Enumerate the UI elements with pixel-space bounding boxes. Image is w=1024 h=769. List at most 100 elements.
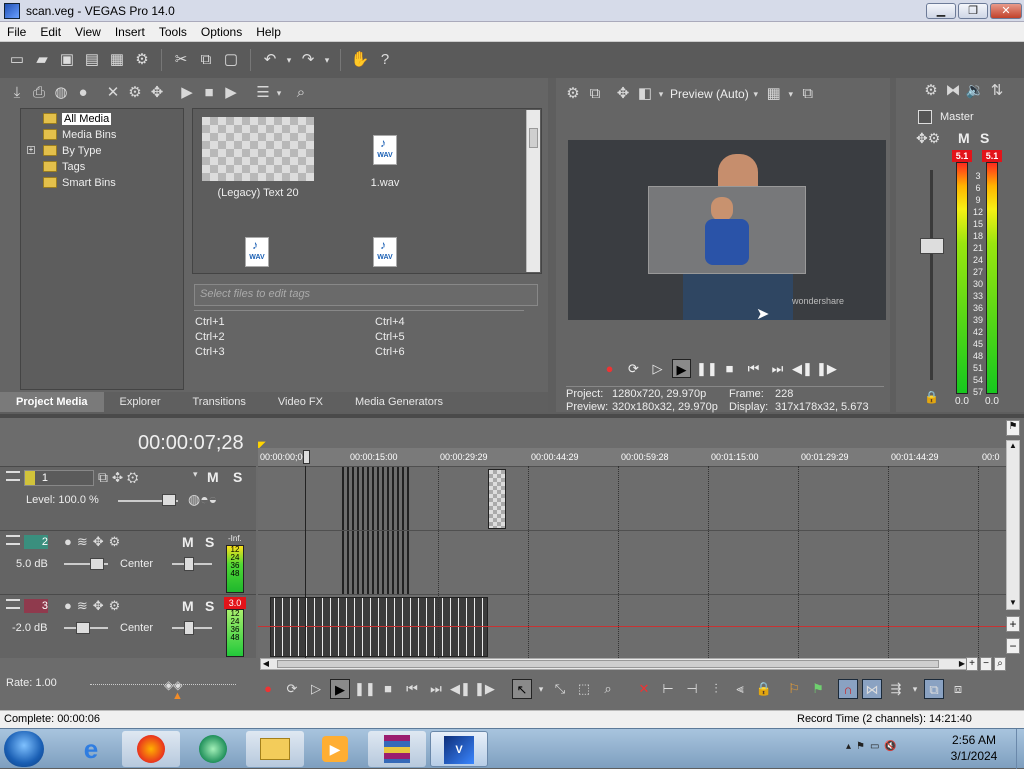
grid-icon[interactable]: ▦ <box>763 83 785 105</box>
track-menu-icon[interactable] <box>6 599 20 609</box>
pan-slider-handle[interactable] <box>184 557 194 571</box>
track-2-solo-button[interactable]: S <box>205 534 214 550</box>
copy-icon[interactable]: ⧉ <box>195 49 217 71</box>
zoom-out-vertical-icon[interactable]: − <box>1006 638 1020 654</box>
track-menu-icon[interactable] <box>6 471 20 481</box>
capture-video-icon[interactable]: ⎙ <box>28 82 50 104</box>
pause-icon[interactable]: ❚❚ <box>696 359 718 378</box>
help-icon[interactable]: ? <box>374 49 396 71</box>
scroll-down-icon[interactable]: ▼ <box>1007 598 1019 607</box>
track-menu-icon[interactable] <box>6 535 20 545</box>
external-monitor-icon[interactable]: ⧉ <box>584 83 606 105</box>
split-icon[interactable]: ⫶ <box>706 679 726 699</box>
split-screen-icon[interactable]: ✥ <box>612 83 634 105</box>
track-3-solo-button[interactable]: S <box>205 598 214 614</box>
play-from-start-icon[interactable]: ▷ <box>306 679 326 699</box>
menu-view[interactable]: View <box>68 25 108 39</box>
play-icon[interactable]: ▶ <box>672 358 691 378</box>
tab-media-generators[interactable]: Media Generators <box>339 392 459 412</box>
audio-track-icons[interactable]: ●≋✥⚙ <box>64 598 184 614</box>
track-header-1[interactable]: 1 ⧉✥⚙ ▾ M S Level: 100.0 % ◍◓◒ <box>0 466 256 530</box>
horizontal-scroll-thumb[interactable] <box>277 660 939 668</box>
stop-icon[interactable]: ■ <box>198 82 220 104</box>
tag-shortcut[interactable]: Ctrl+6 <box>375 346 405 358</box>
play-icon[interactable]: ▶ <box>330 679 350 699</box>
save-as-icon[interactable]: ▤ <box>81 49 103 71</box>
internet-explorer-icon[interactable]: e <box>62 731 120 767</box>
tree-item-media-bins[interactable]: Media Bins <box>43 127 116 142</box>
preview-quality-select[interactable]: Preview (Auto) <box>670 87 749 101</box>
dim-output-icon[interactable]: 🔉 <box>964 80 986 102</box>
trim-end-icon[interactable]: ⊣ <box>682 679 702 699</box>
next-frame-icon[interactable]: ❚▶ <box>474 679 495 699</box>
firefox-icon[interactable] <box>122 731 180 767</box>
trim-start-icon[interactable]: ⊢ <box>658 679 678 699</box>
track-lane-2[interactable] <box>258 530 1008 595</box>
ripple-icon[interactable]: ⫷ <box>730 679 750 699</box>
volume-slider-handle[interactable] <box>90 558 104 570</box>
track-lane-1[interactable] <box>258 466 1008 531</box>
media-properties-icon[interactable]: ⚙ <box>124 82 146 104</box>
scrollbar-thumb[interactable] <box>529 128 538 148</box>
views-icon[interactable]: ☰ <box>252 82 274 104</box>
loop-icon[interactable]: ⟳ <box>624 359 643 378</box>
menu-tools[interactable]: Tools <box>152 25 194 39</box>
go-to-start-icon[interactable]: ⏮ <box>402 679 422 699</box>
media-item-text20[interactable]: (Legacy) Text 20 <box>201 117 315 199</box>
tab-project-media[interactable]: Project Media <box>0 392 104 412</box>
audio-event-cluster[interactable] <box>342 531 412 595</box>
tab-video-fx[interactable]: Video FX <box>262 392 339 412</box>
tag-input[interactable]: Select files to edit tags <box>194 284 538 306</box>
minimize-button[interactable]: ▁ <box>926 3 956 19</box>
scroll-up-icon[interactable]: ▲ <box>1007 441 1019 450</box>
auto-crossfade-icon[interactable]: ⋈ <box>862 679 882 699</box>
ripple-dropdown-icon[interactable]: ▾ <box>910 679 920 699</box>
start-button[interactable] <box>4 731 44 767</box>
audio-track-icons[interactable]: ●≋✥⚙ <box>64 534 184 550</box>
zoom-tool-icon[interactable]: ⌕ <box>994 657 1006 671</box>
close-button[interactable]: ✕ <box>990 3 1022 19</box>
selection-tool-icon[interactable]: ⬚ <box>574 679 594 699</box>
stop-icon[interactable]: ■ <box>720 359 739 378</box>
render-icon[interactable]: ▦ <box>106 49 128 71</box>
track-3-mute-button[interactable]: M <box>182 598 194 614</box>
tag-shortcut[interactable]: Ctrl+3 <box>195 346 225 358</box>
go-to-end-icon[interactable]: ⏭ <box>426 679 446 699</box>
stop-icon[interactable]: ■ <box>378 679 398 699</box>
file-explorer-icon[interactable] <box>246 731 304 767</box>
event-fx-icon[interactable]: ✋ <box>349 49 371 71</box>
maximize-button[interactable]: ❐ <box>958 3 988 19</box>
tag-shortcut[interactable]: Ctrl+2 <box>195 331 225 343</box>
timeline-horizontal-scrollbar[interactable]: ◀ ▶ <box>260 658 968 670</box>
overlays-icon[interactable]: ◧ <box>634 83 656 105</box>
master-properties-gear-icon[interactable]: ⚙ <box>920 80 942 102</box>
track-fx-icons[interactable]: ⧉✥⚙ <box>98 469 198 486</box>
pan-slider-handle[interactable] <box>184 621 194 635</box>
menu-help[interactable]: Help <box>249 25 288 39</box>
timeline-vertical-scrollbar[interactable]: ▲ ▼ <box>1006 440 1020 610</box>
open-folder-icon[interactable]: ▰ <box>31 49 53 71</box>
menu-options[interactable]: Options <box>194 25 249 39</box>
snapping-icon[interactable]: ∩ <box>838 679 858 699</box>
lock-icon[interactable]: 🔒 <box>924 390 939 404</box>
vegas-pro-taskbar-icon[interactable]: V <box>430 731 488 767</box>
lock-envelopes-icon[interactable]: ⧉ <box>924 679 944 699</box>
winrar-icon[interactable] <box>368 731 426 767</box>
taskbar-clock[interactable]: 2:56 AM 3/1/2024 <box>934 732 1014 764</box>
track-1-solo-button[interactable]: S <box>233 469 242 485</box>
import-media-icon[interactable]: ⤓ <box>6 82 28 104</box>
get-media-web-icon[interactable]: ◍ <box>50 82 72 104</box>
audio-event-waveform[interactable] <box>270 597 488 657</box>
record-icon[interactable]: ● <box>258 679 278 699</box>
delete-icon[interactable]: ✕ <box>634 679 654 699</box>
preview-properties-gear-icon[interactable]: ⚙ <box>562 83 584 105</box>
properties-gear-icon[interactable]: ⚙ <box>131 49 153 71</box>
redo-dropdown-icon[interactable]: ▾ <box>322 49 332 71</box>
track-fx-dropdown-icon[interactable]: ▾ <box>193 469 198 480</box>
track-lane-3[interactable] <box>258 594 1008 658</box>
track-1-mute-button[interactable]: M <box>207 469 219 485</box>
volume-slider-handle[interactable] <box>76 622 90 634</box>
compositing-icons[interactable]: ◍◓◒ <box>188 491 217 508</box>
tree-item-by-type[interactable]: By Type <box>43 143 102 158</box>
undo-icon[interactable]: ↶ <box>259 49 281 71</box>
